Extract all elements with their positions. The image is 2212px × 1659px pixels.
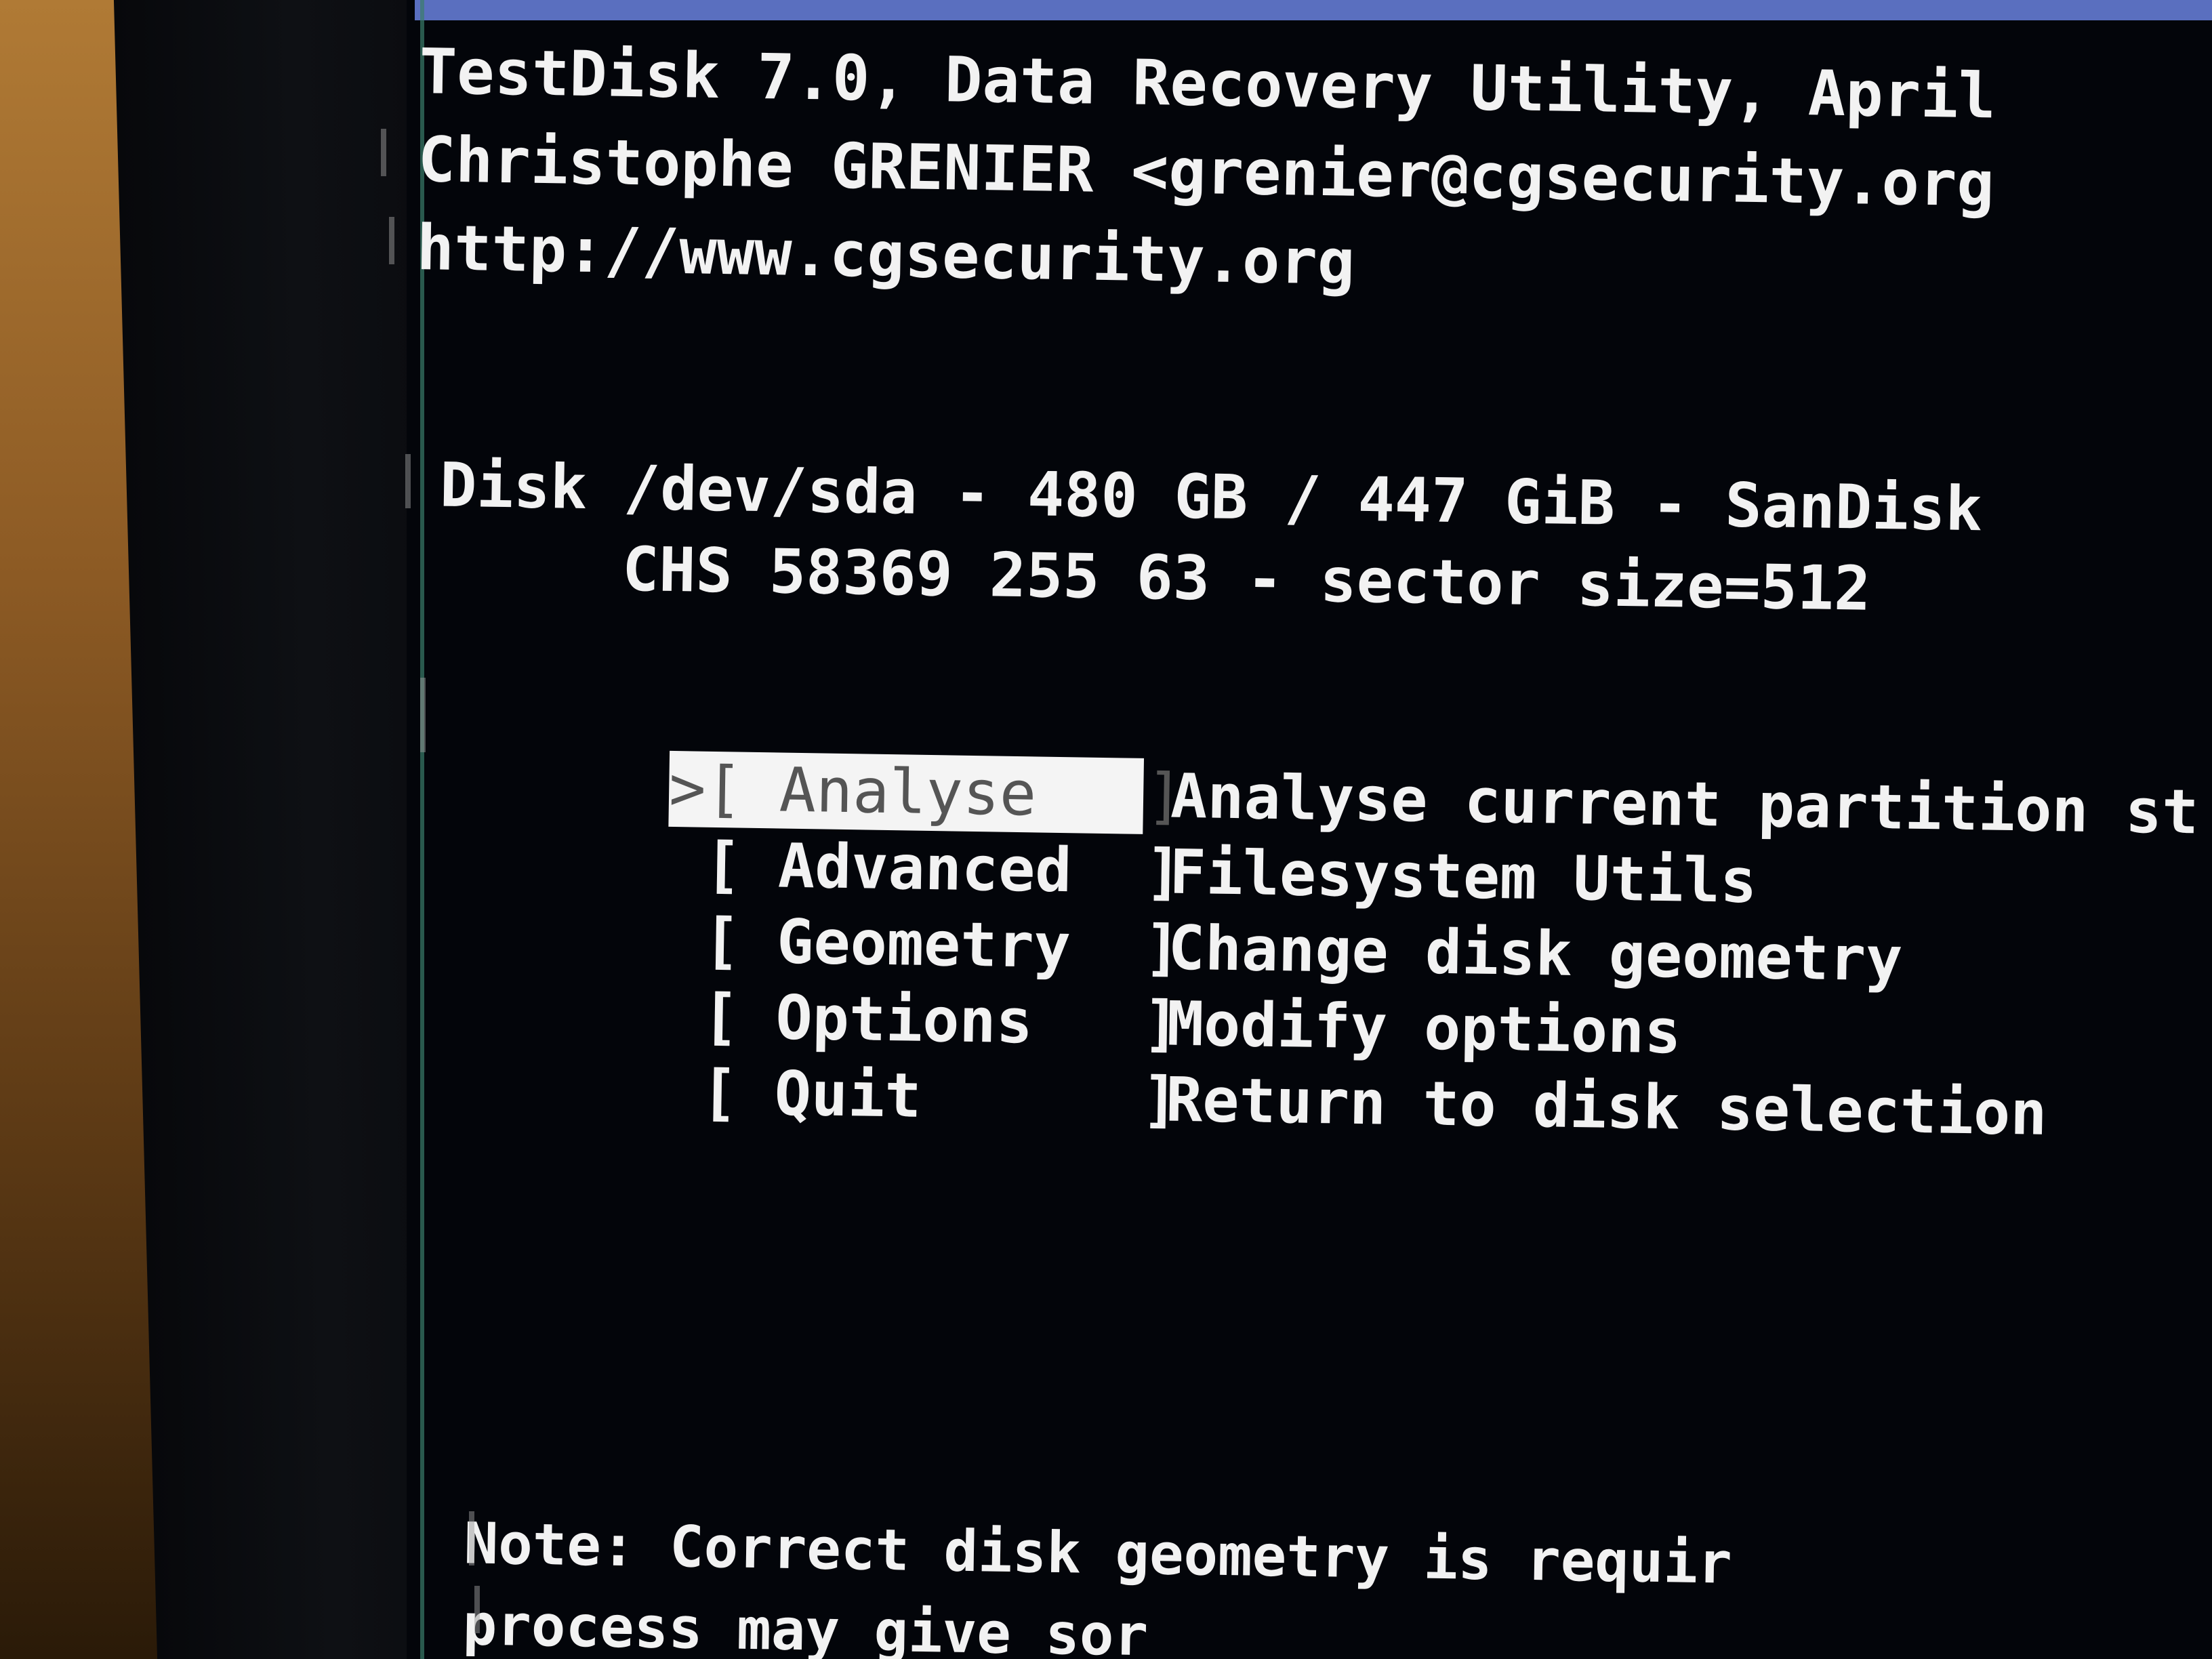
margin-mark [381, 129, 386, 176]
margin-mark [389, 217, 394, 264]
testdisk-terminal: TestDisk 7.0, Data Recovery Utility, Apr… [394, 20, 2212, 1659]
header-url[interactable]: http://www.cgsecurity.org [416, 203, 1356, 308]
margin-mark [474, 1586, 480, 1633]
quit-button[interactable]: [ Quit ] [663, 1054, 1179, 1138]
quit-description: Return to disk selection [1165, 1064, 2048, 1149]
note-line-2: process may give sor [462, 1591, 1149, 1659]
margin-mark [469, 1511, 474, 1565]
photo-scene: TestDisk 7.0, Data Recovery Utility, Apr… [0, 0, 2212, 1659]
margin-mark [405, 454, 411, 508]
margin-mark [420, 678, 426, 752]
window-title-bar [415, 0, 2212, 20]
